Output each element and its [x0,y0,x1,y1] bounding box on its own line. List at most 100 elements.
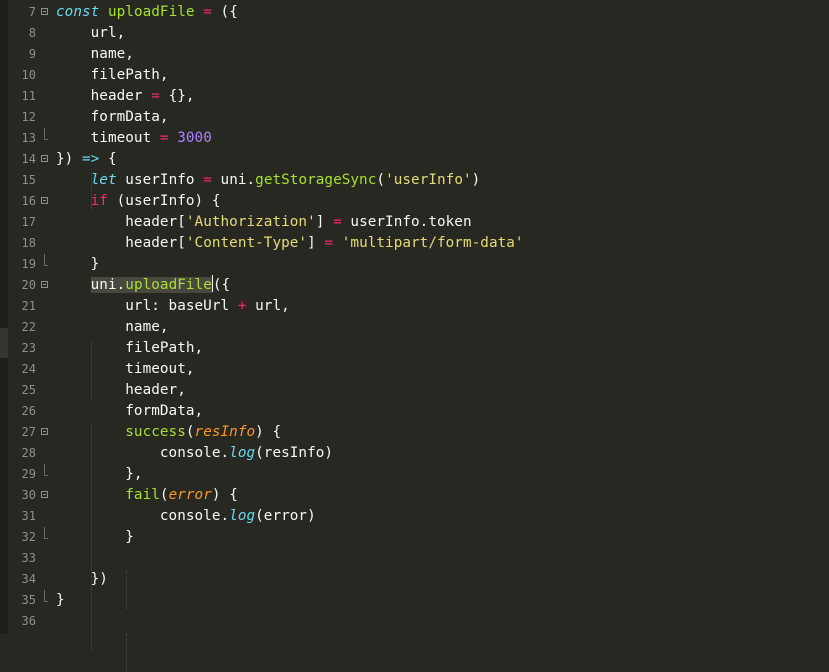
code-text[interactable]: header, [56,380,186,401]
code-text[interactable]: header = {}, [56,86,195,107]
code-text[interactable]: timeout = 3000 [56,128,212,149]
code-line[interactable]: 29 }, [0,464,829,485]
code-line[interactable]: 17 header['Authorization'] = userInfo.to… [0,212,829,233]
line-number: 11 [21,89,36,103]
fold-toggle-icon[interactable] [41,428,48,435]
code-token: console. [56,508,230,524]
code-text[interactable]: formData, [56,401,203,422]
code-token: ] [315,214,334,230]
code-token: = [203,172,212,188]
code-line[interactable]: 27 success(resInfo) { [0,422,829,443]
code-text[interactable]: } [56,590,65,611]
code-line[interactable]: 25 header, [0,380,829,401]
line-number: 35 [21,593,36,607]
code-token: = [151,88,160,104]
code-line[interactable]: 11 header = {}, [0,86,829,107]
code-line[interactable]: 16 if (userInfo) { [0,191,829,212]
code-token: { [99,151,117,167]
code-line[interactable]: 33 [0,548,829,569]
code-text[interactable]: let userInfo = uni.getStorageSync('userI… [56,170,481,191]
code-line[interactable]: 28 console.log(resInfo) [0,443,829,464]
code-line[interactable]: 20 uni.uploadFile({ [0,275,829,296]
line-number: 34 [21,572,36,586]
code-text[interactable]: name, [56,44,134,65]
code-line[interactable]: 24 timeout, [0,359,829,380]
code-token: } [56,256,100,272]
line-number: 8 [28,26,36,40]
code-line[interactable]: 21 url: baseUrl + url, [0,296,829,317]
code-line[interactable]: 13 timeout = 3000 [0,128,829,149]
fold-toggle-icon[interactable] [41,491,48,498]
line-number: 20 [21,278,36,292]
line-number: 16 [21,194,36,208]
code-line[interactable]: 9 name, [0,44,829,65]
code-token: header [56,88,152,104]
code-token: } [56,592,65,608]
code-line[interactable]: 18 header['Content-Type'] = 'multipart/f… [0,233,829,254]
code-token: => [81,151,100,167]
code-token: ({ [211,4,238,20]
line-number: 23 [21,341,36,355]
code-text[interactable]: fail(error) { [56,485,238,506]
code-text[interactable]: filePath, [56,65,169,86]
code-line[interactable]: 12 formData, [0,107,829,128]
indent-guide [91,172,92,210]
code-line[interactable]: 7 const uploadFile = ({ [0,2,829,23]
fold-toggle-icon[interactable] [41,155,48,162]
code-line[interactable]: 36 [0,611,829,632]
code-token: console. [56,445,230,461]
code-text[interactable]: }) => { [56,149,117,170]
code-text[interactable]: const uploadFile = ({ [56,2,238,23]
code-text[interactable]: }) [56,569,108,590]
code-text[interactable]: url: baseUrl + url, [56,296,290,317]
code-line[interactable]: 22 name, [0,317,829,338]
code-editor[interactable]: 7 const uploadFile = ({8 url, 9 name, 10 fi… [0,0,829,672]
code-text[interactable]: name, [56,317,169,338]
code-token: }) [56,571,108,587]
fold-toggle-icon[interactable] [41,8,48,15]
code-text[interactable]: uni.uploadFile({ [56,275,230,296]
code-line[interactable]: 23 filePath, [0,338,829,359]
code-text[interactable]: if (userInfo) { [56,191,221,212]
code-line[interactable]: 15 let userInfo = uni.getStorageSync('us… [0,170,829,191]
code-line[interactable]: 26 formData, [0,401,829,422]
line-number: 17 [21,215,36,229]
code-text[interactable]: }, [56,464,143,485]
code-line[interactable]: 14}) => { [0,149,829,170]
code-token: if [90,193,108,209]
code-line[interactable]: 35} [0,590,829,611]
fold-toggle-icon[interactable] [41,197,48,204]
code-text[interactable]: timeout, [56,359,195,380]
code-line[interactable]: 34 }) [0,569,829,590]
code-text[interactable]: header['Content-Type'] = 'multipart/form… [56,233,524,254]
code-text[interactable]: success(resInfo) { [56,422,281,443]
code-token: ( [159,487,169,503]
code-token: = [333,214,342,230]
code-text[interactable]: console.log(error) [56,506,316,527]
code-token: (error) [255,508,316,524]
code-text[interactable]: filePath, [56,338,203,359]
code-text[interactable]: } [56,527,134,548]
indent-guide [91,424,92,651]
code-text[interactable]: url, [56,23,126,44]
code-line[interactable]: 19 } [0,254,829,275]
code-text[interactable]: console.log(resInfo) [56,443,333,464]
code-token: }) [56,151,82,167]
fold-toggle-icon[interactable] [41,281,48,288]
code-token: header, [56,382,186,398]
code-token: {}, [159,88,195,104]
code-line[interactable]: 30 fail(error) { [0,485,829,506]
code-text[interactable]: } [56,254,100,275]
code-line[interactable]: 31 console.log(error) [0,506,829,527]
code-text[interactable]: header['Authorization'] = userInfo.token [56,212,472,233]
line-number: 25 [21,383,36,397]
code-line[interactable]: 8 url, [0,23,829,44]
line-number: 14 [21,152,36,166]
code-text[interactable]: formData, [56,107,169,128]
code-line[interactable]: 10 filePath, [0,65,829,86]
code-token: 'Content-Type' [185,235,308,251]
code-line[interactable]: 32 } [0,527,829,548]
